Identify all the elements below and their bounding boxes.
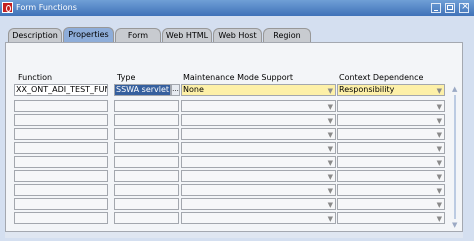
chevron-down-icon[interactable]: ▼ [328,116,333,125]
close-button[interactable] [459,1,469,13]
chevron-down-icon[interactable]: ▼ [437,130,442,139]
window-titlebar: Form Functions [0,0,474,16]
context-dependence-select[interactable]: ▼ [337,170,445,182]
context-dependence-select[interactable]: ▼ [337,198,445,210]
tab-web-host[interactable]: Web Host [213,28,262,43]
chevron-down-icon[interactable]: ▼ [328,86,333,95]
function-field[interactable] [14,142,108,154]
type-field[interactable] [114,184,179,196]
chevron-down-icon[interactable]: ▼ [437,116,442,125]
chevron-down-icon[interactable]: ▼ [328,130,333,139]
maintenance-mode-select[interactable]: ▼ [181,212,336,224]
maintenance-mode-select[interactable]: ▼ [181,100,336,112]
context-dependence-select[interactable]: ▼ [337,184,445,196]
chevron-down-icon[interactable]: ▼ [328,172,333,181]
type-field[interactable] [114,100,179,112]
tab-description[interactable]: Description [8,28,62,43]
oracle-app-icon [2,2,13,13]
maintenance-mode-select[interactable]: ▼ [181,198,336,210]
maintenance-mode-select[interactable]: ▼ [181,114,336,126]
function-field[interactable] [14,198,108,210]
chevron-down-icon[interactable]: ▼ [328,200,333,209]
function-field[interactable] [14,212,108,224]
function-field[interactable]: XX_ONT_ADI_TEST_FUN [14,84,108,96]
chevron-down-icon[interactable]: ▼ [328,158,333,167]
maintenance-mode-select[interactable]: ▼ [181,128,336,140]
context-dependence-select[interactable]: Responsibility ▼ [337,84,445,96]
context-dependence-select[interactable]: ▼ [337,114,445,126]
context-dependence-select[interactable]: ▼ [337,156,445,168]
maximize-button[interactable] [445,3,455,13]
context-dependence-select[interactable]: ▼ [337,128,445,140]
function-field[interactable] [14,184,108,196]
function-field[interactable] [14,170,108,182]
chevron-down-icon[interactable]: ▼ [437,86,442,95]
type-lov-button[interactable]: ... [171,84,180,96]
column-header-type: Type [117,73,136,82]
type-field[interactable] [114,156,179,168]
chevron-down-icon[interactable]: ▼ [437,172,442,181]
context-dependence-value: Responsibility [339,85,395,94]
column-header-function: Function [18,73,53,82]
maintenance-mode-select[interactable]: ▼ [181,184,336,196]
type-field[interactable] [114,114,179,126]
type-field[interactable] [114,212,179,224]
function-field[interactable] [14,114,108,126]
chevron-down-icon[interactable]: ▼ [437,214,442,223]
maintenance-mode-select[interactable]: ▼ [181,170,336,182]
minimize-button[interactable] [431,3,441,13]
chevron-down-icon[interactable]: ▼ [437,186,442,195]
tab-region[interactable]: Region [263,28,311,43]
scroll-up-icon[interactable]: ▲ [452,85,457,93]
type-field[interactable] [114,198,179,210]
scroll-track[interactable] [454,95,456,219]
context-dependence-select[interactable]: ▼ [337,212,445,224]
tab-web-html[interactable]: Web HTML [162,28,212,43]
chevron-down-icon[interactable]: ▼ [328,214,333,223]
type-field[interactable] [114,142,179,154]
vertical-scrollbar[interactable]: ▲ ▼ [451,85,460,230]
panel-footer [5,232,463,238]
chevron-down-icon[interactable]: ▼ [328,186,333,195]
chevron-down-icon[interactable]: ▼ [328,102,333,111]
chevron-down-icon[interactable]: ▼ [328,144,333,153]
chevron-down-icon[interactable]: ▼ [437,200,442,209]
maintenance-mode-select[interactable]: None ▼ [181,84,336,96]
context-dependence-select[interactable]: ▼ [337,142,445,154]
context-dependence-select[interactable]: ▼ [337,100,445,112]
maintenance-mode-value: None [183,85,204,94]
column-header-maintenance-mode: Maintenance Mode Support [183,73,294,82]
chevron-down-icon[interactable]: ▼ [437,144,442,153]
function-field[interactable] [14,100,108,112]
chevron-down-icon[interactable]: ▼ [437,102,442,111]
tab-form[interactable]: Form [115,28,161,43]
type-field[interactable] [114,128,179,140]
maintenance-mode-select[interactable]: ▼ [181,156,336,168]
column-header-context-dependence: Context Dependence [339,73,424,82]
type-field[interactable] [114,170,179,182]
type-field[interactable]: SSWA servlet [114,84,171,96]
chevron-down-icon[interactable]: ▼ [437,158,442,167]
function-field[interactable] [14,128,108,140]
tab-properties[interactable]: Properties [63,27,114,43]
function-field[interactable] [14,156,108,168]
scroll-down-icon[interactable]: ▼ [452,221,457,229]
maintenance-mode-select[interactable]: ▼ [181,142,336,154]
window-title: Form Functions [16,3,77,12]
